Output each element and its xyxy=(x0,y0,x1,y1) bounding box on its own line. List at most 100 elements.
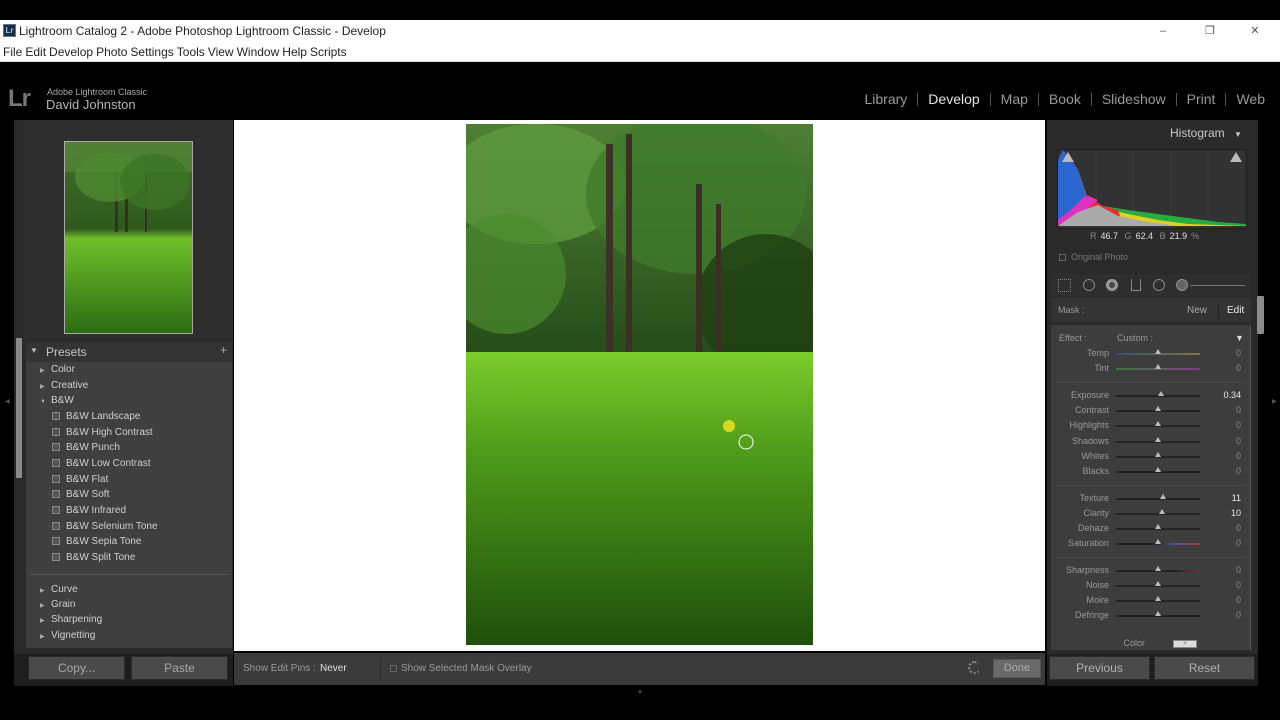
sharpness-slider-thumb[interactable] xyxy=(1155,566,1161,571)
shadows-slider-thumb[interactable] xyxy=(1155,437,1161,442)
paste-button[interactable]: Paste xyxy=(131,656,228,680)
tint-value[interactable]: 0 xyxy=(1205,363,1241,373)
clarity-slider[interactable] xyxy=(1116,513,1200,515)
preset-item[interactable]: B&W Soft xyxy=(52,489,109,500)
copy-button[interactable]: Copy... xyxy=(28,656,125,680)
texture-value[interactable]: 11 xyxy=(1205,493,1241,503)
highlights-slider-thumb[interactable] xyxy=(1155,421,1161,426)
defringe-value[interactable]: 0 xyxy=(1205,610,1241,620)
preset-group-color[interactable]: ▶ Color xyxy=(40,364,75,375)
menu-edit[interactable]: Edit xyxy=(22,42,46,59)
adjustment-brush-icon[interactable] xyxy=(1176,279,1188,291)
menu-scripts[interactable]: Scripts xyxy=(307,42,347,59)
mask-overlay-checkbox[interactable] xyxy=(390,665,397,672)
presets-header[interactable]: ▼ Presets + xyxy=(26,342,232,362)
histogram-chart[interactable] xyxy=(1057,149,1247,229)
menu-tools[interactable]: Tools xyxy=(174,42,205,59)
effect-collapse-icon[interactable]: ▼ xyxy=(1235,333,1244,343)
preset-group-creative[interactable]: ▶ Creative xyxy=(40,380,88,391)
navigator-preview[interactable] xyxy=(64,141,193,334)
module-web[interactable]: Web xyxy=(1236,91,1265,107)
module-map[interactable]: Map xyxy=(1001,91,1028,107)
preset-item[interactable]: B&W Flat xyxy=(52,474,108,485)
preset-group-sharpening[interactable]: ▶ Sharpening xyxy=(40,614,102,625)
preset-item[interactable]: B&W Selenium Tone xyxy=(52,521,158,532)
main-photo[interactable] xyxy=(466,124,813,645)
original-photo-toggle[interactable]: Original Photo xyxy=(1059,252,1128,262)
noise-slider-thumb[interactable] xyxy=(1155,581,1161,586)
defringe-slider-thumb[interactable] xyxy=(1155,611,1161,616)
module-book[interactable]: Book xyxy=(1049,91,1081,107)
preset-group-grain[interactable]: ▶ Grain xyxy=(40,599,75,610)
moire-slider-thumb[interactable] xyxy=(1155,596,1161,601)
radial-filter-icon[interactable] xyxy=(1153,279,1165,291)
contrast-value[interactable]: 0 xyxy=(1205,405,1241,415)
exposure-slider-thumb[interactable] xyxy=(1157,391,1164,396)
reset-button[interactable]: Reset xyxy=(1154,656,1255,680)
tint-slider-thumb[interactable] xyxy=(1155,364,1161,369)
exposure-value[interactable]: 0.34 xyxy=(1205,390,1241,400)
shadows-value[interactable]: 0 xyxy=(1205,436,1241,446)
dehaze-slider-thumb[interactable] xyxy=(1155,524,1161,529)
bottom-panel-toggle[interactable]: ▼ xyxy=(637,690,643,696)
sharpness-value[interactable]: 0 xyxy=(1205,565,1241,575)
original-photo-checkbox[interactable] xyxy=(1059,254,1066,261)
right-panel-toggle[interactable]: ▶ xyxy=(1272,398,1277,405)
menu-help[interactable]: Help xyxy=(279,42,307,59)
preset-item[interactable]: B&W Split Tone xyxy=(52,552,135,563)
menu-settings[interactable]: Settings xyxy=(127,42,173,59)
module-slideshow[interactable]: Slideshow xyxy=(1102,91,1166,107)
graduated-filter-icon[interactable] xyxy=(1131,279,1141,291)
dehaze-value[interactable]: 0 xyxy=(1205,523,1241,533)
color-swatch[interactable]: ✕ xyxy=(1173,640,1197,648)
menu-window[interactable]: Window xyxy=(234,42,280,59)
module-print[interactable]: Print xyxy=(1187,91,1216,107)
add-preset-icon[interactable]: + xyxy=(220,343,227,357)
menu-file[interactable]: File xyxy=(0,42,22,59)
spot-removal-tool-icon[interactable] xyxy=(1083,279,1095,291)
clarity-slider-thumb[interactable] xyxy=(1159,509,1166,514)
noise-value[interactable]: 0 xyxy=(1205,580,1241,590)
clarity-value[interactable]: 10 xyxy=(1205,508,1241,518)
contrast-slider-thumb[interactable] xyxy=(1155,406,1161,411)
moire-value[interactable]: 0 xyxy=(1205,595,1241,605)
menu-develop[interactable]: Develop xyxy=(46,42,93,59)
blacks-slider-thumb[interactable] xyxy=(1155,467,1161,472)
previous-button[interactable]: Previous xyxy=(1049,656,1150,680)
mask-new-button[interactable]: New xyxy=(1187,305,1207,316)
show-edit-pins-dropdown[interactable]: Never xyxy=(320,663,347,674)
effect-dropdown[interactable]: Custom : xyxy=(1117,333,1153,343)
whites-slider-thumb[interactable] xyxy=(1155,452,1161,457)
menu-view[interactable]: View xyxy=(205,42,234,59)
module-library[interactable]: Library xyxy=(865,91,908,107)
blacks-value[interactable]: 0 xyxy=(1205,466,1241,476)
right-panel-scrollbar[interactable] xyxy=(1257,296,1264,334)
preset-group-curve[interactable]: ▶ Curve xyxy=(40,584,78,595)
preset-item[interactable]: B&W Landscape xyxy=(52,411,141,422)
menu-photo[interactable]: Photo xyxy=(93,42,127,59)
minimize-button[interactable]: – xyxy=(1148,22,1178,40)
red-eye-tool-icon[interactable] xyxy=(1106,279,1118,291)
temp-slider-thumb[interactable] xyxy=(1155,349,1161,354)
preset-item[interactable]: B&W Sepia Tone xyxy=(52,536,141,547)
left-panel-toggle[interactable]: ◀ xyxy=(5,398,10,405)
module-develop[interactable]: Develop xyxy=(928,91,979,107)
whites-value[interactable]: 0 xyxy=(1205,451,1241,461)
texture-slider[interactable] xyxy=(1116,498,1200,500)
done-button[interactable]: Done xyxy=(993,659,1041,678)
mask-edit-button[interactable]: Edit xyxy=(1227,305,1244,316)
saturation-slider-thumb[interactable] xyxy=(1155,539,1161,544)
crop-tool-icon[interactable] xyxy=(1058,279,1071,292)
left-panel-scrollbar[interactable] xyxy=(16,338,22,478)
preset-item[interactable]: B&W High Contrast xyxy=(52,427,153,438)
preset-group-vignetting[interactable]: ▶ Vignetting xyxy=(40,630,95,641)
preset-item[interactable]: B&W Low Contrast xyxy=(52,458,150,469)
preset-item[interactable]: B&W Infrared xyxy=(52,505,126,516)
texture-slider-thumb[interactable] xyxy=(1159,494,1166,499)
saturation-value[interactable]: 0 xyxy=(1205,538,1241,548)
preset-group-bw[interactable]: ▼ B&W xyxy=(40,395,74,406)
highlights-value[interactable]: 0 xyxy=(1205,420,1241,430)
temp-value[interactable]: 0 xyxy=(1205,348,1241,358)
preset-item[interactable]: B&W Punch xyxy=(52,442,120,453)
histogram-header[interactable]: Histogram ▼ xyxy=(1170,126,1242,140)
